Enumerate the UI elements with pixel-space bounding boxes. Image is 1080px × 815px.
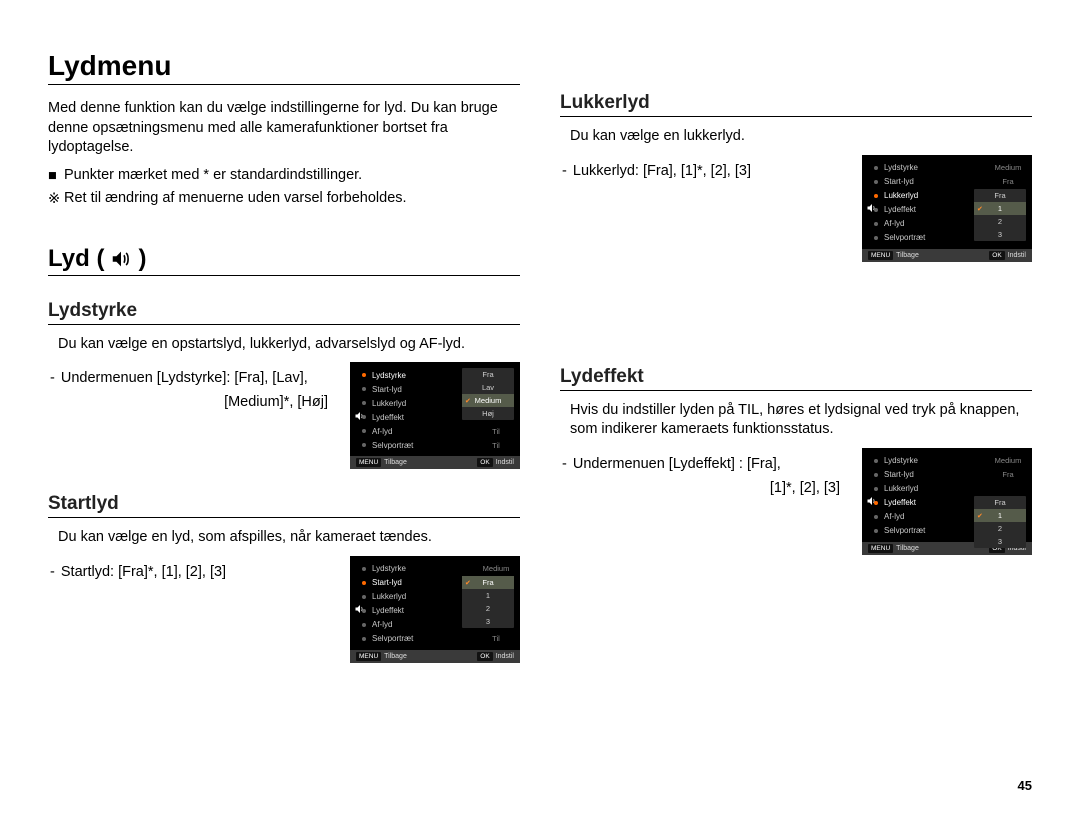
lydeffekt-options-2: [1]*, [2], [3] [560,480,848,496]
intro-paragraph: Med denne funktion kan du vælge indstill… [48,99,520,158]
lukkerlyd-title: Lukkerlyd [560,92,1032,117]
lydeffekt-desc: Hvis du indstiller lyden på TIL, høres e… [560,401,1032,440]
note-change: ※ Ret til ændring af menuerne uden varse… [48,189,520,209]
lydstyrke-options: - Undermenuen [Lydstyrke]: [Fra], [Lav], [48,370,336,386]
lydeffekt-options-1: - Undermenuen [Lydeffekt] : [Fra], [560,456,848,472]
camera-menu-screenshot-startlyd: LydstyrkeMedium Start-lyd Lukkerlyd Lyde… [350,556,520,663]
lukkerlyd-desc: Du kan vælge en lukkerlyd. [560,127,1032,147]
startlyd-options: - Startlyd: [Fra]*, [1], [2], [3] [48,564,336,580]
camera-menu-screenshot-lydeffekt: LydstyrkeMedium Start-lydFra Lukkerlyd L… [862,448,1032,555]
reference-mark-icon: ※ [48,190,60,210]
page-title: Lydmenu [48,50,520,85]
lydeffekt-title: Lydeffekt [560,366,1032,391]
startlyd-desc: Du kan vælge en lyd, som afspilles, når … [48,528,520,548]
startlyd-title: Startlyd [48,493,520,518]
page-number: 45 [1018,778,1032,793]
intro-notes: ■ Punkter mærket med * er standardindsti… [48,166,520,209]
note-standard: ■ Punkter mærket med * er standardindsti… [48,166,520,186]
square-bullet-icon: ■ [48,167,57,187]
camera-menu-screenshot-lydstyrke: Lydstyrke Start-lydFra Lukkerlyd Lydeffe… [350,362,520,469]
right-column: Lukkerlyd Du kan vælge en lukkerlyd. - L… [560,50,1032,663]
lukkerlyd-options: - Lukkerlyd: [Fra], [1]*, [2], [3] [560,163,848,179]
lydstyrke-desc: Du kan vælge en opstartslyd, lukkerlyd, … [48,335,520,355]
camera-menu-screenshot-lukkerlyd: LydstyrkeMedium Start-lydFra Lukkerlyd L… [862,155,1032,262]
speaker-icon [110,248,132,270]
section-lyd-title: Lyd ( ) [48,245,520,276]
left-column: Lydmenu Med denne funktion kan du vælge … [48,50,520,663]
lydstyrke-title: Lydstyrke [48,300,520,325]
